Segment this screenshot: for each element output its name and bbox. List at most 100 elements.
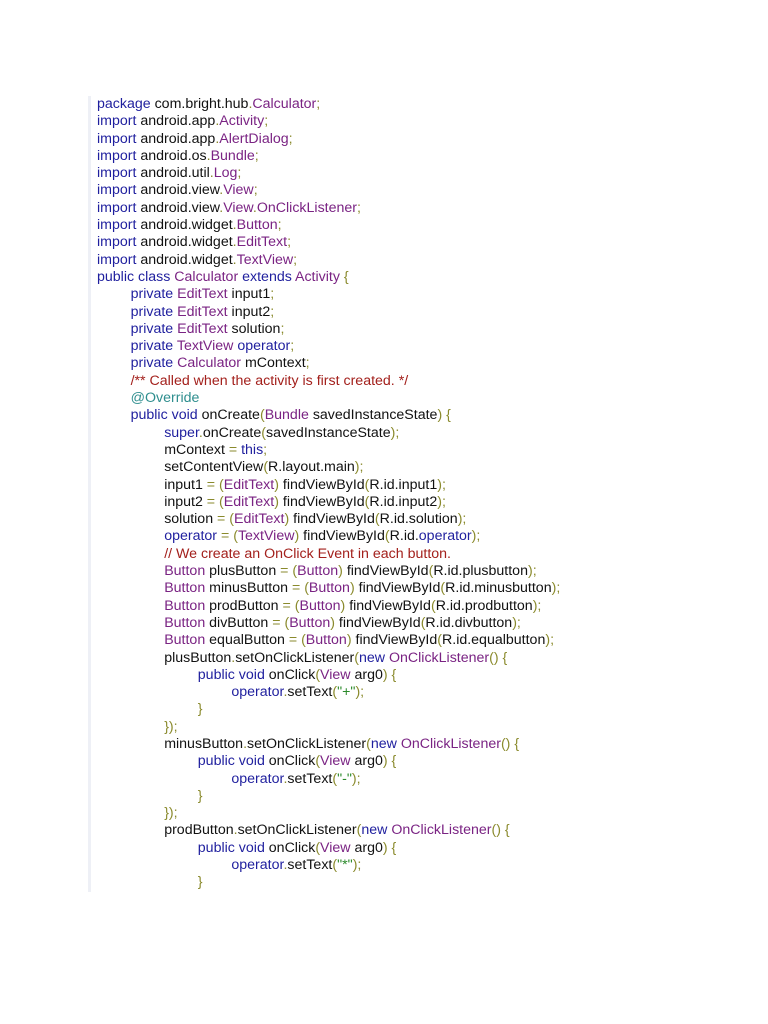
code-token: private xyxy=(130,320,174,337)
code-line: super.onCreate(savedInstanceState); xyxy=(94,425,714,442)
code-token: setText xyxy=(287,770,333,787)
code-line: public class Calculator extends Activity… xyxy=(94,269,714,286)
code-token: = ( xyxy=(291,580,309,597)
code-token: "-" xyxy=(337,770,352,787)
code-line: public void onClick(View arg0) { xyxy=(94,667,714,684)
code-token: savedInstanceState xyxy=(308,407,438,424)
code-token: android.widget xyxy=(136,234,233,251)
code-line: Button plusButton = (Button) findViewByI… xyxy=(94,563,714,580)
code-token: import xyxy=(97,113,137,130)
code-token: plusButton xyxy=(205,563,281,580)
code-token: prodButton xyxy=(164,822,234,839)
code-token: R.id.solution xyxy=(379,511,458,528)
code-token: ) { xyxy=(382,753,397,770)
code-token: ); xyxy=(351,770,361,787)
code-line: public void onClick(View arg0) { xyxy=(94,840,714,857)
code-line: import android.util.Log; xyxy=(94,165,714,182)
code-token: EditText xyxy=(233,511,285,528)
code-token: onCreate xyxy=(197,407,260,424)
code-line: solution = (EditText) findViewById(R.id.… xyxy=(94,511,714,528)
code-line: } xyxy=(94,788,714,805)
code-token: private xyxy=(130,338,174,355)
code-token: findViewById xyxy=(289,511,375,528)
code-line: import android.widget.EditText; xyxy=(94,234,714,251)
code-token: ); xyxy=(352,857,362,874)
code-token: = ( xyxy=(206,476,224,493)
code-token: Button xyxy=(305,632,347,649)
code-token: ; xyxy=(357,199,361,216)
code-token: ; xyxy=(288,130,293,147)
code-token: = ( xyxy=(272,614,290,631)
code-token: ) { xyxy=(382,666,397,683)
code-token: setOnClickListener xyxy=(247,735,367,752)
code-token: Bundle xyxy=(210,147,255,164)
code-token: R.id.input2 xyxy=(369,493,438,510)
code-token: onCreate xyxy=(202,424,262,441)
code-token: prodButton xyxy=(205,597,283,614)
code-line: input2 = (EditText) findViewById(R.id.in… xyxy=(94,494,714,511)
code-token: setOnClickListener xyxy=(235,649,355,666)
code-token: Button xyxy=(164,563,206,580)
code-token: ; xyxy=(254,147,259,164)
code-token: ) { xyxy=(437,407,451,424)
code-token: ); xyxy=(390,424,400,441)
code-token: ; xyxy=(287,234,292,251)
code-token: onClick xyxy=(264,839,316,856)
code-line: }); xyxy=(94,805,714,822)
code-line: public void onCreate(Bundle savedInstanc… xyxy=(94,407,714,424)
code-line: package com.bright.hub.Calculator; xyxy=(94,96,714,113)
code-token: new xyxy=(359,649,386,666)
code-token: android.util xyxy=(136,165,210,182)
code-token: ; xyxy=(270,303,275,320)
code-token: R.id.divbutton xyxy=(425,614,513,631)
code-token: new xyxy=(361,822,388,839)
code-token: minusButton xyxy=(164,735,244,752)
code-token: private xyxy=(130,303,174,320)
code-token: ); xyxy=(457,511,467,528)
code-token: View xyxy=(223,182,254,199)
code-line: } xyxy=(94,701,714,718)
code-line: input1 = (EditText) findViewById(R.id.in… xyxy=(94,477,714,494)
code-token: operator xyxy=(237,338,291,355)
code-token: private xyxy=(130,286,174,303)
code-token: onClick xyxy=(264,753,316,770)
code-token: ; xyxy=(270,286,275,303)
code-line: /** Called when the activity is first cr… xyxy=(94,373,714,390)
code-token: EditText xyxy=(223,493,275,510)
code-token: input2 xyxy=(227,303,271,320)
code-line: Button equalButton = (Button) findViewBy… xyxy=(94,632,714,649)
code-token: ; xyxy=(316,96,321,112)
code-token: setText xyxy=(287,857,333,874)
code-token: TextView xyxy=(237,528,295,545)
code-line: operator = (TextView) findViewById(R.id.… xyxy=(94,528,714,545)
code-line: @Override xyxy=(94,390,714,407)
code-token: () { xyxy=(500,735,520,752)
code-line: operator.setText("*"); xyxy=(94,857,714,874)
code-token: import xyxy=(97,182,137,199)
code-line: import android.os.Bundle; xyxy=(94,148,714,165)
code-line: // We create an OnClick Event in each bu… xyxy=(94,546,714,563)
code-token: savedInstanceState xyxy=(265,424,391,441)
code-token: R.layout.main xyxy=(268,459,355,476)
code-token: package xyxy=(97,96,151,112)
code-token: super xyxy=(164,424,199,441)
code-token: ) { xyxy=(382,839,397,856)
code-line: minusButton.setOnClickListener(new OnCli… xyxy=(94,736,714,753)
code-token: Button xyxy=(297,563,339,580)
code-token: }); xyxy=(164,718,178,735)
code-line: prodButton.setOnClickListener(new OnClic… xyxy=(94,822,714,839)
code-token: public class xyxy=(97,268,171,285)
code-token: EditText xyxy=(177,286,228,303)
code-token: import xyxy=(97,251,137,268)
code-token: = ( xyxy=(288,632,306,649)
code-token: } xyxy=(197,701,203,718)
code-line: private EditText input2; xyxy=(94,304,714,321)
code-token: OnClickListener xyxy=(400,735,501,752)
code-token: Button xyxy=(164,632,206,649)
code-token: android.app xyxy=(136,130,216,147)
code-token: findViewById xyxy=(354,580,441,597)
code-token: operator xyxy=(231,684,284,701)
code-token: android.app xyxy=(136,113,216,130)
code-token: Button xyxy=(164,614,206,631)
code-token: R.id.prodbutton xyxy=(435,597,533,614)
